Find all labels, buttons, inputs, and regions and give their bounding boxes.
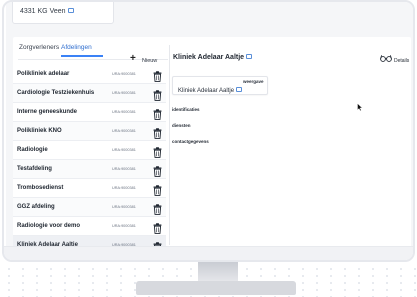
weergave-label: weergave xyxy=(243,79,264,84)
department-name: GGZ afdeling xyxy=(17,204,55,210)
department-name: Polikliniek KNO xyxy=(17,128,62,134)
department-code: URA:9000381 xyxy=(112,147,136,152)
department-row[interactable]: Radiologie URA:9000381 xyxy=(13,141,166,160)
department-row[interactable]: Interne geneeskunde URA:9000381 xyxy=(13,103,166,122)
department-row[interactable]: GGZ afdeling URA:9000381 xyxy=(13,198,166,217)
trash-icon[interactable] xyxy=(153,88,162,101)
department-row[interactable]: Polikliniek KNO URA:9000381 xyxy=(13,122,166,141)
weergave-card: weergave Kliniek Adelaar Aaltje xyxy=(172,76,268,95)
section-identificaties[interactable]: identificaties xyxy=(172,107,200,112)
department-name: Interne geneeskunde xyxy=(17,109,78,115)
monitor-stand-neck xyxy=(198,262,238,282)
external-link-icon[interactable] xyxy=(236,87,243,92)
tab-zorgverleners[interactable]: Zorgverleners xyxy=(19,44,59,51)
department-row[interactable]: Testafdeling URA:9000381 xyxy=(13,160,166,179)
weergave-value: Kliniek Adelaar Aaltje xyxy=(178,88,235,94)
external-link-icon[interactable] xyxy=(246,54,253,59)
main-panel: Zorgverleners Afdelingen + Nieuw Polikli… xyxy=(13,37,411,248)
department-row[interactable]: Cardiologie Testziekenhuis URA:9000381 xyxy=(13,84,166,103)
department-list: Polikliniek adelaar URA:9000381 Cardiologi… xyxy=(13,65,166,248)
department-row[interactable]: Radiologie voor demo URA:9000381 xyxy=(13,217,166,236)
trash-icon[interactable] xyxy=(153,202,162,215)
monitor-frame: 4331 KG Veen Zorgverleners Afdelingen + … xyxy=(2,0,415,262)
department-name: Polikliniek adelaar xyxy=(17,71,70,77)
department-code: URA:9000381 xyxy=(112,109,136,114)
address-text: 4331 KG Veen xyxy=(20,8,66,15)
department-name: Radiologie voor demo xyxy=(17,223,81,229)
external-link-icon[interactable] xyxy=(67,8,74,13)
mouse-cursor-icon xyxy=(357,103,363,111)
trash-icon[interactable] xyxy=(153,69,162,82)
department-code: URA:9000381 xyxy=(112,204,136,209)
details-link[interactable]: Details xyxy=(394,58,409,64)
detail-title: Kliniek Adelaar Aaltje xyxy=(173,54,253,61)
trash-icon[interactable] xyxy=(153,221,162,234)
department-name: Cardiologie Testziekenhuis xyxy=(17,90,95,96)
trash-icon[interactable] xyxy=(153,145,162,158)
trash-icon[interactable] xyxy=(153,164,162,177)
trash-icon[interactable] xyxy=(153,107,162,120)
section-contactgegevens[interactable]: contactgegevens xyxy=(172,139,209,144)
department-code: URA:9000381 xyxy=(112,185,136,190)
panel-divider xyxy=(169,45,170,245)
department-code: URA:9000381 xyxy=(112,128,136,133)
monitor-chin xyxy=(4,246,413,260)
active-tab-indicator xyxy=(61,55,103,57)
department-row[interactable]: Trombosedienst URA:9000381 xyxy=(13,179,166,198)
department-code: URA:9000381 xyxy=(112,71,136,76)
department-name: Testafdeling xyxy=(17,166,52,172)
department-row[interactable]: Polikliniek adelaar URA:9000381 xyxy=(13,65,166,84)
department-code: URA:9000381 xyxy=(112,166,136,171)
plus-icon: + xyxy=(130,53,136,64)
monitor-stand-base xyxy=(136,281,296,295)
department-name: Radiologie xyxy=(17,147,48,153)
tab-afdelingen[interactable]: Afdelingen xyxy=(61,44,92,51)
trash-icon[interactable] xyxy=(153,183,162,196)
app-screen: 4331 KG Veen Zorgverleners Afdelingen + … xyxy=(6,2,413,248)
address-card: 4331 KG Veen xyxy=(12,2,114,24)
trash-icon[interactable] xyxy=(153,126,162,139)
new-button-label: Nieuw xyxy=(142,58,158,64)
section-diensten[interactable]: diensten xyxy=(172,123,191,128)
department-code: URA:9000381 xyxy=(112,223,136,228)
glasses-icon[interactable] xyxy=(380,54,392,62)
department-code: URA:9000381 xyxy=(112,90,136,95)
department-name: Trombosedienst xyxy=(17,185,64,191)
